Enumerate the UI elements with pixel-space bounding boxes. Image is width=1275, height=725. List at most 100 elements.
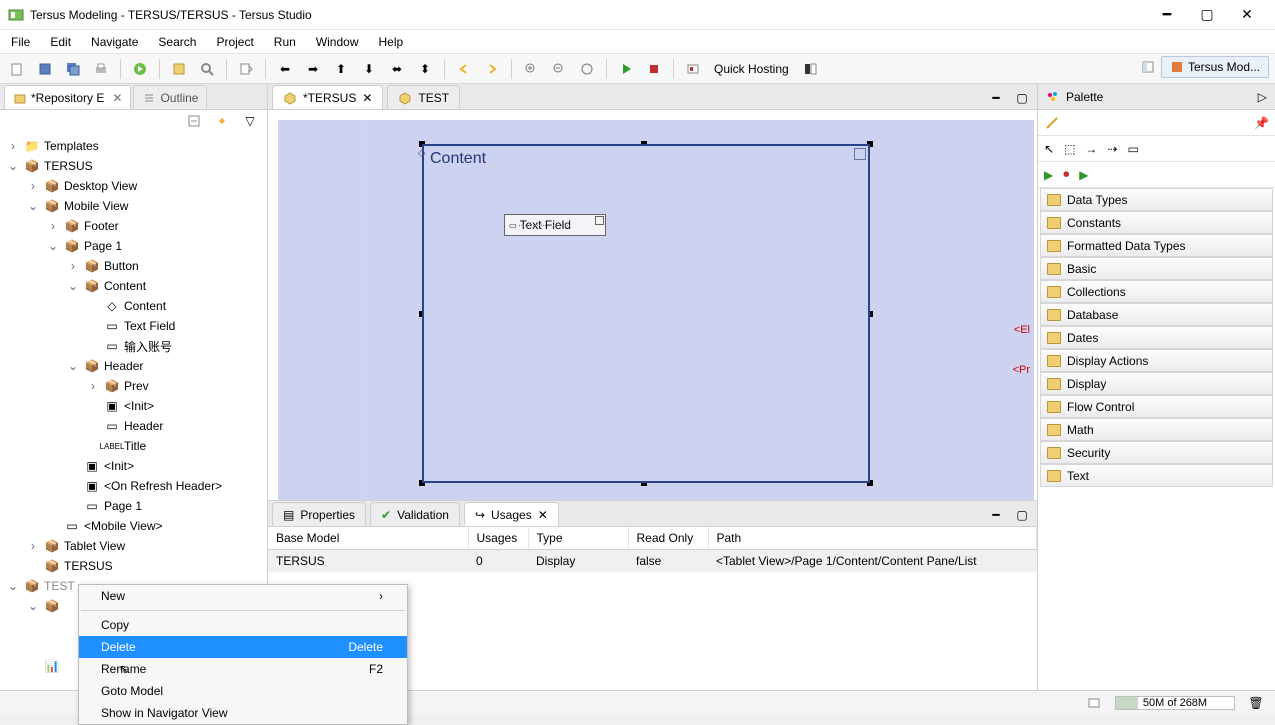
menu-file[interactable]: File bbox=[8, 33, 33, 51]
ctx-goto-model[interactable]: Goto Model bbox=[79, 680, 407, 702]
twisty-icon[interactable]: › bbox=[26, 539, 40, 553]
align-center-icon[interactable]: ⬌ bbox=[386, 58, 408, 80]
tree-init[interactable]: <Init> bbox=[124, 399, 154, 413]
palette-collapse-icon[interactable]: ▷ bbox=[1258, 90, 1267, 104]
tab-outline[interactable]: Outline bbox=[133, 85, 207, 109]
collapse-all-icon[interactable] bbox=[183, 110, 205, 132]
nav-drop-icon[interactable] bbox=[235, 58, 257, 80]
align-left-icon[interactable]: ⬅ bbox=[274, 58, 296, 80]
marquee-tool-icon[interactable]: ⬚ bbox=[1064, 142, 1075, 156]
tree-title[interactable]: Title bbox=[124, 439, 146, 453]
ctx-copy[interactable]: Copy bbox=[79, 614, 407, 636]
tab-repository-explorer[interactable]: *Repository E ✕ bbox=[4, 85, 131, 109]
save-icon[interactable] bbox=[34, 58, 56, 80]
palette-cat-security[interactable]: Security bbox=[1040, 441, 1273, 464]
close-button[interactable]: ✕ bbox=[1227, 2, 1267, 28]
gc-icon[interactable]: 🗑 bbox=[1245, 692, 1267, 714]
editor-tab-test[interactable]: TEST bbox=[387, 85, 460, 109]
tree-templates[interactable]: Templates bbox=[44, 139, 99, 153]
align-middle-icon[interactable]: ⬍ bbox=[414, 58, 436, 80]
twisty-icon[interactable]: ⌄ bbox=[46, 239, 60, 253]
palette-cat-database[interactable]: Database bbox=[1040, 303, 1273, 326]
element-minimize-icon[interactable] bbox=[854, 148, 866, 160]
zoom-out-icon[interactable] bbox=[548, 58, 570, 80]
text-field-element[interactable]: ▭ Text Field bbox=[504, 214, 606, 236]
hosting-icon[interactable] bbox=[682, 58, 704, 80]
tree-header-inner[interactable]: Header bbox=[124, 419, 163, 433]
content-element[interactable]: ◇ Content bbox=[422, 144, 870, 483]
editor-tab-tersus[interactable]: *TERSUS ✕ bbox=[272, 85, 383, 109]
open-perspective-icon[interactable] bbox=[1137, 56, 1159, 78]
align-top-icon[interactable]: ⬆ bbox=[330, 58, 352, 80]
flow-dashed-tool-icon[interactable]: ⇢ bbox=[1107, 142, 1117, 156]
flow-tool-icon[interactable]: → bbox=[1085, 142, 1097, 156]
ctx-delete[interactable]: Delete Delete bbox=[79, 636, 407, 658]
pin-icon[interactable]: 📌 bbox=[1254, 116, 1269, 130]
stop-icon[interactable] bbox=[643, 58, 665, 80]
palette-cat-constants[interactable]: Constants bbox=[1040, 211, 1273, 234]
twisty-icon[interactable]: › bbox=[6, 139, 20, 153]
col-readonly[interactable]: Read Only bbox=[628, 527, 708, 550]
play-marked-tool-icon[interactable]: ▶ bbox=[1079, 168, 1088, 182]
close-icon[interactable]: ✕ bbox=[112, 91, 122, 105]
tree-tersus2[interactable]: TERSUS bbox=[64, 559, 113, 573]
menu-navigate[interactable]: Navigate bbox=[88, 33, 141, 51]
palette-cat-display[interactable]: Display bbox=[1040, 372, 1273, 395]
search-icon[interactable] bbox=[196, 58, 218, 80]
table-row[interactable]: TERSUS 0 Display false <Tablet View>/Pag… bbox=[268, 550, 1037, 573]
menu-edit[interactable]: Edit bbox=[47, 33, 74, 51]
col-base-model[interactable]: Base Model bbox=[268, 527, 468, 550]
tree-init2[interactable]: <Init> bbox=[104, 459, 134, 473]
ctx-rename[interactable]: Rename F2 ↖ bbox=[79, 658, 407, 680]
maximize-view-icon[interactable]: ▢ bbox=[1011, 504, 1033, 526]
tree-on-refresh[interactable]: <On Refresh Header> bbox=[104, 479, 222, 493]
tab-usages[interactable]: ↪ Usages ✕ bbox=[464, 502, 559, 526]
record-tool-icon[interactable]: ⏺ bbox=[1063, 167, 1069, 182]
tree-desktop-view[interactable]: Desktop View bbox=[64, 179, 137, 193]
twisty-icon[interactable]: ⌄ bbox=[66, 359, 80, 373]
tree-footer[interactable]: Footer bbox=[84, 219, 119, 233]
back-icon[interactable] bbox=[453, 58, 475, 80]
minimize-button[interactable]: ━ bbox=[1147, 2, 1187, 28]
tab-properties[interactable]: ▤ Properties bbox=[272, 502, 366, 526]
tree-content-inner[interactable]: Content bbox=[124, 299, 166, 313]
tree-prev[interactable]: Prev bbox=[124, 379, 149, 393]
menu-run[interactable]: Run bbox=[271, 33, 299, 51]
tab-validation[interactable]: ✔ Validation bbox=[370, 502, 460, 526]
select-tool-icon[interactable]: ↖ bbox=[1044, 142, 1054, 156]
menu-search[interactable]: Search bbox=[155, 33, 199, 51]
twisty-icon[interactable]: ⌄ bbox=[6, 579, 20, 593]
tree-tablet-view[interactable]: Tablet View bbox=[64, 539, 125, 553]
tree-content[interactable]: Content bbox=[104, 279, 146, 293]
print-icon[interactable] bbox=[90, 58, 112, 80]
run-config-icon[interactable] bbox=[129, 58, 151, 80]
twisty-icon[interactable]: › bbox=[26, 179, 40, 193]
wand-icon[interactable] bbox=[1044, 115, 1060, 131]
palette-cat-data-types[interactable]: Data Types bbox=[1040, 188, 1273, 211]
new-icon[interactable] bbox=[6, 58, 28, 80]
run-tool-icon[interactable]: ▶ bbox=[1044, 168, 1053, 182]
tree-text-field[interactable]: Text Field bbox=[124, 319, 175, 333]
col-usages[interactable]: Usages bbox=[468, 527, 528, 550]
tree-header[interactable]: Header bbox=[104, 359, 143, 373]
memory-meter[interactable]: 50M of 268M bbox=[1115, 696, 1235, 710]
tree-input-account[interactable]: 输入账号 bbox=[124, 338, 172, 355]
zoom-in-icon[interactable] bbox=[520, 58, 542, 80]
palette-cat-dates[interactable]: Dates bbox=[1040, 326, 1273, 349]
twisty-icon[interactable]: ⌄ bbox=[26, 599, 40, 613]
quick-hosting-label[interactable]: Quick Hosting bbox=[710, 62, 793, 76]
menu-project[interactable]: Project bbox=[213, 33, 256, 51]
palette-cat-basic[interactable]: Basic bbox=[1040, 257, 1273, 280]
editor-canvas-scroll[interactable]: ◇ Content ▭ Text Field <El <Pr bbox=[268, 110, 1037, 500]
play-icon[interactable] bbox=[615, 58, 637, 80]
view-menu-icon[interactable]: ▽ bbox=[239, 110, 261, 132]
tree-mobile-view-bracket[interactable]: <Mobile View> bbox=[84, 519, 163, 533]
note-tool-icon[interactable]: ▭ bbox=[1127, 142, 1138, 156]
forward-icon[interactable] bbox=[481, 58, 503, 80]
ctx-new[interactable]: New › bbox=[79, 585, 407, 607]
link-editor-icon[interactable] bbox=[211, 110, 233, 132]
external-tool-icon[interactable] bbox=[168, 58, 190, 80]
save-all-icon[interactable] bbox=[62, 58, 84, 80]
palette-cat-flow-control[interactable]: Flow Control bbox=[1040, 395, 1273, 418]
twisty-icon[interactable]: ⌄ bbox=[26, 199, 40, 213]
